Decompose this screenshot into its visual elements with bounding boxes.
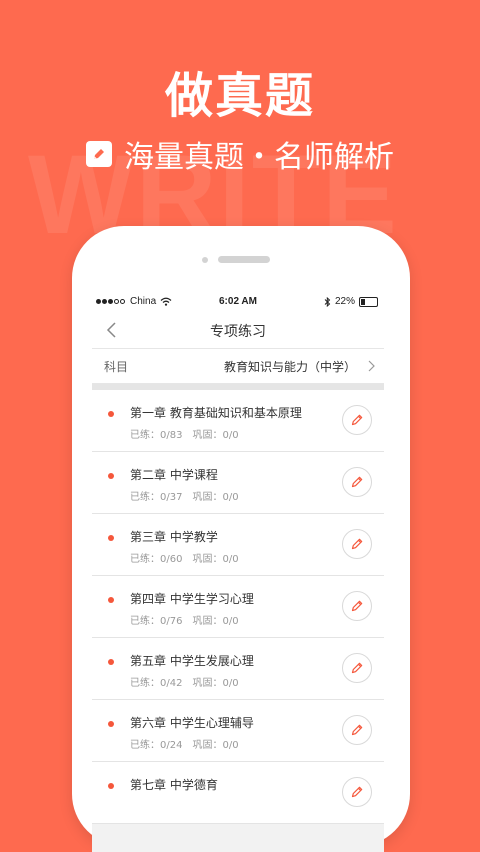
promo-subline: 海量真题・名师解析: [0, 132, 480, 176]
chapter-title: 第二章 中学课程: [130, 468, 218, 482]
review-count: 巩固：0/0: [192, 740, 239, 751]
practice-pencil-button[interactable]: [342, 467, 372, 497]
phone-speaker: [218, 256, 270, 263]
practice-pencil-button[interactable]: [342, 715, 372, 745]
chapter-row[interactable]: 第三章 中学教学 已练：0/60 巩固：0/0: [92, 514, 384, 576]
chapter-stats: 已练：0/24 巩固：0/0: [130, 736, 249, 751]
pencil-icon: [351, 662, 363, 674]
review-count: 巩固：0/0: [192, 678, 239, 689]
practice-pencil-button[interactable]: [342, 529, 372, 559]
chapter-stats: 已练：0/83 巩固：0/0: [130, 426, 249, 441]
status-bar: China 6:02 AM 22%: [92, 292, 384, 312]
chapter-stats: 已练：0/37 巩固：0/0: [130, 488, 249, 503]
pencil-icon: [351, 724, 363, 736]
practiced-count: 已练：0/24: [130, 740, 183, 751]
bluetooth-icon: [324, 296, 331, 307]
chapter-row[interactable]: 第六章 中学生心理辅导 已练：0/24 巩固：0/0: [92, 700, 384, 762]
practiced-count: 已练：0/42: [130, 678, 183, 689]
phone-screen: China 6:02 AM 22% 专项练习 科目 教育知识与能力（中学） 第一…: [92, 292, 384, 852]
chevron-right-icon: [368, 360, 375, 372]
camera-dot: [202, 257, 208, 263]
practice-pencil-button[interactable]: [342, 777, 372, 807]
subject-selector[interactable]: 科目 教育知识与能力（中学）: [92, 349, 384, 384]
bullet-dot: [108, 783, 114, 789]
review-count: 巩固：0/0: [192, 430, 239, 441]
nav-bar: 专项练习: [92, 312, 384, 349]
chapter-row[interactable]: 第二章 中学课程 已练：0/37 巩固：0/0: [92, 452, 384, 514]
chapter-stats: 已练：0/76 巩固：0/0: [130, 612, 249, 627]
practice-pencil-button[interactable]: [342, 405, 372, 435]
chapter-stats: 已练：0/42 巩固：0/0: [130, 674, 249, 689]
pencil-icon: [351, 786, 363, 798]
review-count: 巩固：0/0: [192, 492, 239, 503]
pencil-icon: [351, 538, 363, 550]
promo-headline: 做真题: [164, 68, 315, 124]
chapter-title: 第六章 中学生心理辅导: [130, 716, 254, 730]
bullet-dot: [108, 659, 114, 665]
practiced-count: 已练：0/76: [130, 616, 183, 627]
chapter-title: 第三章 中学教学: [130, 530, 218, 544]
subject-label: 科目: [104, 360, 129, 374]
chapter-title: 第七章 中学德育: [130, 778, 218, 792]
bullet-dot: [108, 411, 114, 417]
chapter-stats: 已练：0/60 巩固：0/0: [130, 550, 249, 565]
battery-icon: [359, 296, 378, 307]
chapter-row[interactable]: 第四章 中学生学习心理 已练：0/76 巩固：0/0: [92, 576, 384, 638]
battery-percent: 22%: [334, 296, 355, 307]
practiced-count: 已练：0/60: [130, 554, 183, 565]
bullet-dot: [108, 597, 114, 603]
phone-mockup: China 6:02 AM 22% 专项练习 科目 教育知识与能力（中学） 第一…: [72, 226, 410, 852]
practiced-count: 已练：0/83: [130, 430, 183, 441]
pencil-icon: [351, 414, 363, 426]
chapter-row[interactable]: 第五章 中学生发展心理 已练：0/42 巩固：0/0: [92, 638, 384, 700]
pencil-icon: [351, 476, 363, 488]
pen-icon: [86, 141, 112, 167]
subject-value: 教育知识与能力（中学）: [223, 360, 356, 374]
practice-pencil-button[interactable]: [342, 653, 372, 683]
chapter-title: 第一章 教育基础知识和基本原理: [130, 406, 302, 420]
chapter-title: 第五章 中学生发展心理: [130, 654, 254, 668]
chapter-row[interactable]: 第一章 教育基础知识和基本原理 已练：0/83 巩固：0/0: [92, 390, 384, 452]
pencil-icon: [351, 600, 363, 612]
bullet-dot: [108, 473, 114, 479]
practice-pencil-button[interactable]: [342, 591, 372, 621]
chapter-list: 第一章 教育基础知识和基本原理 已练：0/83 巩固：0/0 第二章 中学课程 已练：0…: [92, 390, 384, 824]
chapter-title: 第四章 中学生学习心理: [130, 592, 254, 606]
chapter-row[interactable]: 第七章 中学德育: [92, 762, 384, 824]
review-count: 巩固：0/0: [192, 616, 239, 627]
review-count: 巩固：0/0: [192, 554, 239, 565]
bullet-dot: [108, 535, 114, 541]
bullet-dot: [108, 721, 114, 727]
page-title: 专项练习: [210, 324, 266, 340]
promo-subline-text: 海量真题・名师解析: [124, 140, 394, 175]
practiced-count: 已练：0/37: [130, 492, 183, 503]
